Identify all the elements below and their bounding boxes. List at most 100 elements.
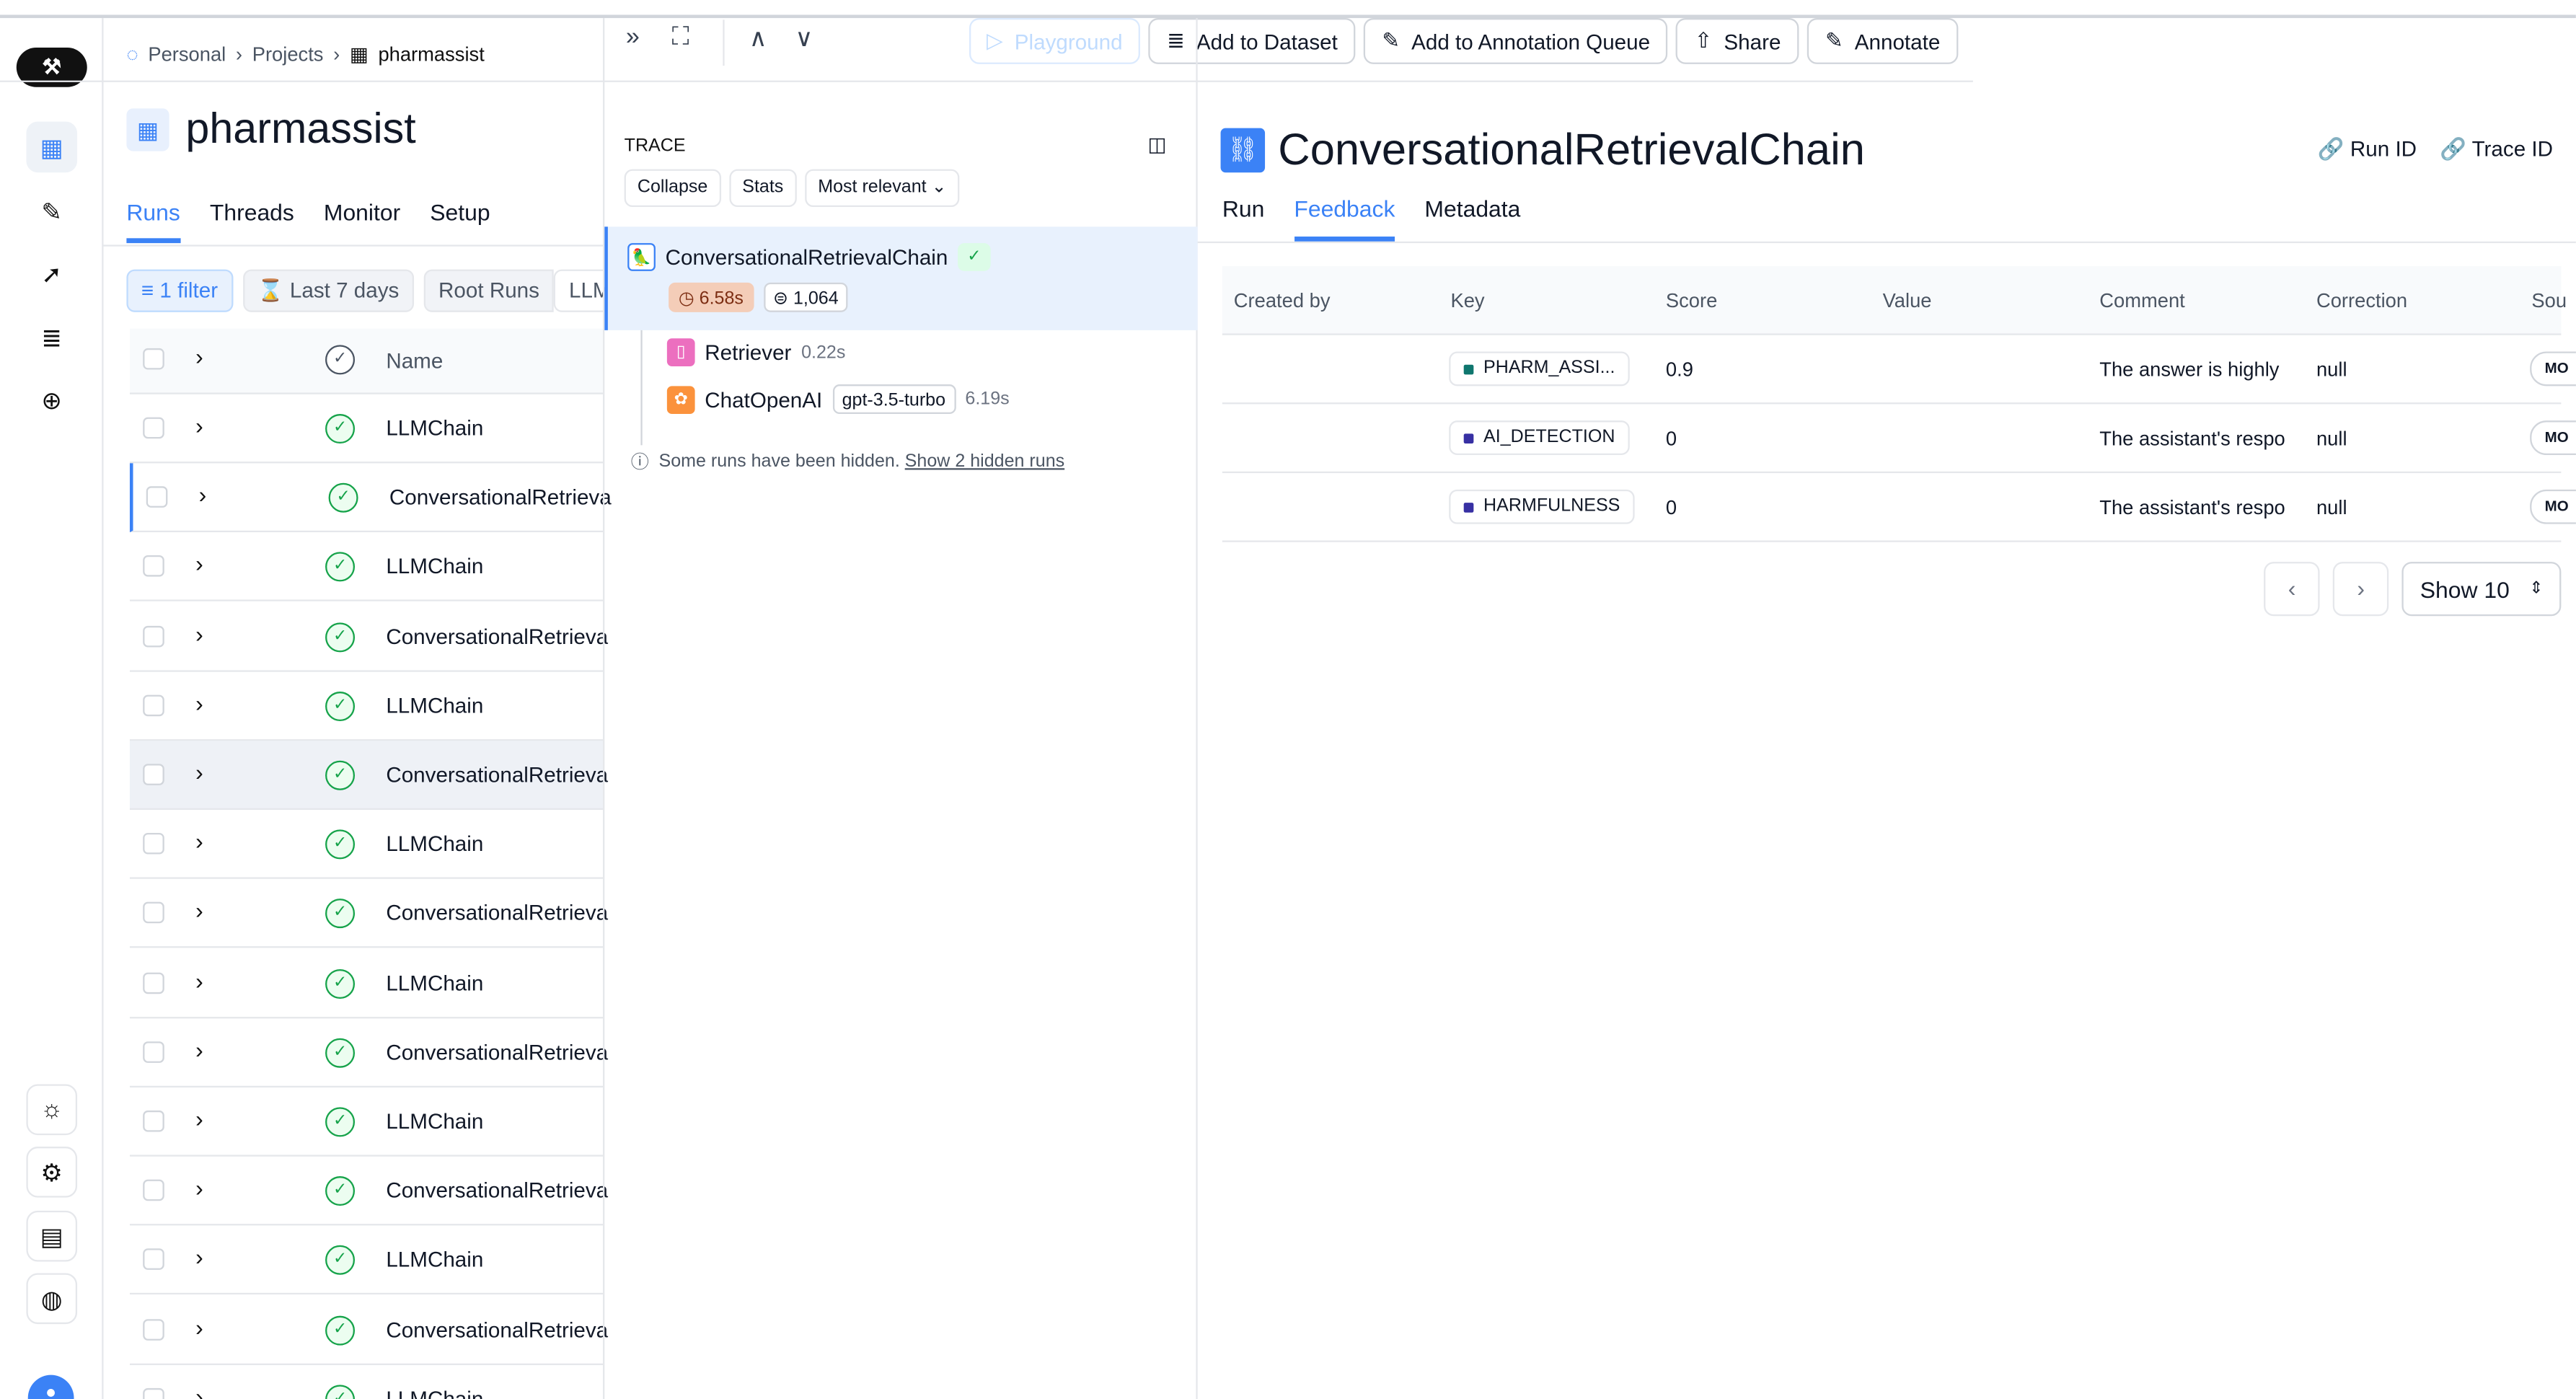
table-row[interactable]: › ✓ LLMChain — [129, 1226, 604, 1295]
success-icon: ✓ — [958, 243, 991, 271]
sun-icon[interactable]: ☼ — [26, 1084, 78, 1136]
tab-feedback[interactable]: Feedback — [1294, 195, 1395, 242]
success-icon: ✓ — [325, 414, 356, 444]
row-checkbox[interactable] — [143, 555, 164, 578]
trace-node-root[interactable]: 🦜 ConversationalRetrievalChain ✓ ◷ 6.58s… — [604, 226, 1198, 330]
table-row[interactable]: › ✓ ConversationalRetrieva — [129, 1157, 608, 1226]
previous-page-button[interactable]: ‹ — [2264, 562, 2320, 617]
feedback-correction: null — [2316, 495, 2347, 519]
copy-run-id-button[interactable]: 🔗 Run ID — [2318, 136, 2417, 162]
column-key: Key — [1450, 288, 1485, 312]
show-hidden-runs-link[interactable]: Show 2 hidden runs — [905, 451, 1064, 471]
filter-button[interactable]: ≡ 1 filter — [126, 269, 233, 312]
row-checkbox[interactable] — [143, 1318, 164, 1340]
rocket-icon[interactable]: ➚ — [26, 248, 77, 299]
feedback-key-chip[interactable]: PHARM_ASSI... — [1449, 351, 1630, 387]
table-row[interactable]: › ✓ ConversationalRetrieva — [129, 602, 608, 671]
expand-row-icon[interactable]: › — [195, 1036, 203, 1062]
globe-icon[interactable]: ◍ — [26, 1273, 78, 1325]
row-checkbox[interactable] — [143, 833, 164, 855]
row-checkbox[interactable] — [146, 486, 168, 508]
table-row[interactable]: › ✓ ConversationalRetrieva — [129, 1295, 608, 1365]
stats-button[interactable]: Stats — [729, 169, 797, 208]
tab-runs[interactable]: Runs — [126, 199, 180, 244]
expand-row-icon[interactable]: › — [195, 1383, 203, 1399]
projects-icon[interactable]: ▦ — [26, 121, 78, 173]
chat-plus-icon[interactable]: ⊕ — [26, 374, 77, 425]
select-all-checkbox[interactable] — [143, 348, 164, 370]
collapse-button[interactable]: Collapse — [624, 169, 721, 208]
database-icon[interactable]: ≣ — [26, 312, 77, 363]
table-row[interactable]: › ✓ ConversationalRetrieva — [129, 741, 608, 811]
row-checkbox[interactable] — [143, 902, 164, 924]
table-row[interactable]: › ✓ LLMChain — [129, 949, 604, 1018]
run-title: ⛓ ConversationalRetrievalChain — [1220, 125, 1865, 176]
trace-node-retriever[interactable]: ▯ Retriever 0.22s — [666, 338, 845, 366]
row-checkbox[interactable] — [143, 1180, 164, 1201]
table-row[interactable]: › ✓ ConversationalRetrieva — [129, 880, 608, 949]
pencil-icon[interactable]: ✎ — [26, 185, 77, 237]
feedback-correction: null — [2316, 358, 2347, 381]
gear-icon[interactable]: ⚙ — [26, 1147, 78, 1198]
tab-setup[interactable]: Setup — [430, 199, 490, 244]
table-row[interactable]: › ✓ LLMChain — [129, 394, 604, 464]
feedback-table-header: Created by Key Score Value Comment Corre… — [1222, 266, 2567, 335]
run-name: LLMChain — [386, 415, 484, 441]
table-row[interactable]: › ✓ ConversationalRetrieva — [129, 463, 612, 533]
root-runs-toggle[interactable]: Root Runs — [423, 269, 555, 312]
row-checkbox[interactable] — [143, 694, 164, 716]
time-range-button[interactable]: ⌛ Last 7 days — [242, 269, 414, 312]
copy-trace-id-button[interactable]: 🔗 Trace ID — [2440, 136, 2553, 162]
tab-threads[interactable]: Threads — [210, 199, 294, 244]
sidebar-toggle-icon[interactable]: ◫ — [1148, 133, 1167, 156]
row-checkbox[interactable] — [143, 764, 164, 785]
feedback-row[interactable]: HARMFULNESS 0 The assistant's respo null MO — [1222, 473, 2576, 542]
run-name: LLMChain — [386, 1108, 484, 1134]
expand-row-icon[interactable]: › — [195, 967, 203, 993]
document-icon[interactable]: ▤ — [26, 1210, 78, 1262]
table-row[interactable]: › ✓ LLMChain — [129, 1087, 604, 1157]
expand-row-icon[interactable]: › — [195, 551, 203, 577]
expand-row-icon[interactable]: › — [195, 1175, 203, 1201]
column-comment: Comment — [2099, 288, 2185, 312]
expand-row-icon[interactable]: › — [195, 898, 203, 924]
row-checkbox[interactable] — [143, 625, 164, 647]
row-checkbox[interactable] — [143, 1249, 164, 1271]
row-checkbox[interactable] — [143, 971, 164, 994]
tab-metadata[interactable]: Metadata — [1424, 195, 1520, 242]
expand-row-icon[interactable]: › — [195, 1244, 203, 1270]
expand-row-icon[interactable]: › — [195, 620, 203, 646]
trace-node-chatopenai[interactable]: ✿ ChatOpenAI gpt-3.5-turbo 6.19s — [666, 384, 1010, 415]
table-row[interactable]: › ✓ LLMChain — [129, 533, 604, 602]
expand-row-icon[interactable]: › — [195, 412, 203, 438]
upload-icon: ⇧ — [1694, 27, 1713, 53]
annotate-button[interactable]: ✎ Annotate — [1807, 18, 1959, 64]
tab-monitor[interactable]: Monitor — [324, 199, 400, 244]
feedback-key-chip[interactable]: AI_DETECTION — [1449, 420, 1630, 456]
table-row[interactable]: › ✓ LLMChain — [129, 810, 604, 880]
row-checkbox[interactable] — [143, 417, 164, 439]
table-row[interactable]: › ✓ ConversationalRetrieva — [129, 1018, 608, 1087]
row-checkbox[interactable] — [143, 1041, 164, 1063]
expand-row-icon[interactable]: › — [195, 1313, 203, 1339]
share-button[interactable]: ⇧ Share — [1676, 18, 1799, 64]
expand-row-icon[interactable]: › — [195, 829, 203, 855]
table-row[interactable]: › ✓ LLMChain — [130, 1365, 603, 1399]
expand-row-icon[interactable]: › — [195, 759, 203, 785]
next-page-button[interactable]: › — [2333, 562, 2389, 617]
table-row[interactable]: › ✓ LLMChain — [129, 671, 604, 741]
feedback-key-chip[interactable]: HARMFULNESS — [1449, 489, 1635, 524]
feedback-key: HARMFULNESS — [1483, 495, 1620, 516]
expand-row-icon[interactable]: › — [199, 482, 207, 508]
tab-run[interactable]: Run — [1222, 195, 1265, 242]
add-to-annotation-queue-button[interactable]: ✎ Add to Annotation Queue — [1364, 18, 1669, 64]
sort-dropdown[interactable]: Most relevant ⌄ — [804, 169, 960, 208]
row-checkbox[interactable] — [143, 1387, 164, 1399]
page-size-select[interactable]: Show 10 ⇕ — [2401, 562, 2562, 617]
expand-row-icon[interactable]: › — [195, 1105, 203, 1131]
expand-all-icon[interactable]: › — [195, 343, 203, 369]
expand-row-icon[interactable]: › — [195, 689, 203, 715]
feedback-row[interactable]: PHARM_ASSI... 0.9 The answer is highly null… — [1222, 335, 2576, 405]
feedback-row[interactable]: AI_DETECTION 0 The assistant's respo null MO — [1222, 404, 2576, 474]
row-checkbox[interactable] — [143, 1110, 164, 1132]
